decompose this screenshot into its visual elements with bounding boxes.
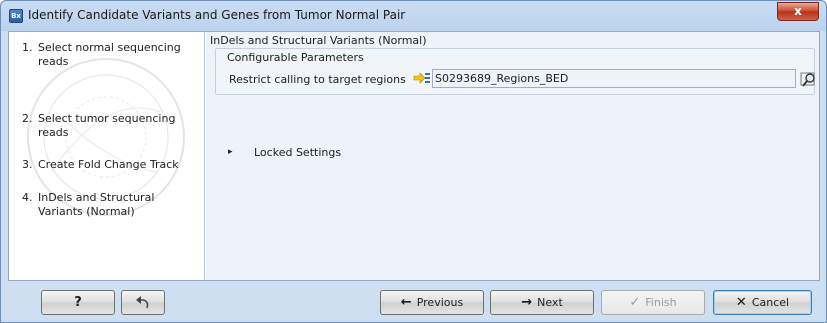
previous-label: Previous	[416, 296, 464, 309]
next-button[interactable]: → Next	[490, 290, 594, 315]
finish-label: Finish	[645, 296, 677, 309]
close-button[interactable]: x	[777, 2, 819, 21]
step-label: Select tumor sequencing reads	[38, 112, 176, 139]
param-label: Restrict calling to target regions	[229, 73, 406, 86]
wizard-steps-panel: 1. Select normal sequencing reads 2. Sel…	[9, 32, 205, 280]
cancel-button[interactable]: ✕ Cancel	[713, 290, 812, 315]
next-label: Next	[537, 296, 563, 309]
configurable-parameters-group: Configurable Parameters Restrict calling…	[215, 48, 815, 95]
panel-title: InDels and Structural Variants (Normal)	[210, 34, 427, 47]
track-input-icon	[413, 72, 430, 84]
step-label: Create Fold Change Track	[38, 158, 179, 171]
undo-icon	[136, 296, 149, 309]
browse-icon[interactable]	[800, 70, 818, 88]
help-label: ?	[74, 295, 82, 310]
step-label: InDels and Structural Variants (Normal)	[38, 191, 155, 218]
window-title: Identify Candidate Variants and Genes fr…	[28, 8, 406, 22]
expand-arrow-icon[interactable]: ▸	[228, 147, 233, 157]
dialog-window: Bx Identify Candidate Variants and Genes…	[0, 0, 827, 323]
previous-button[interactable]: ← Previous	[380, 290, 484, 315]
settings-panel: InDels and Structural Variants (Normal) …	[206, 32, 819, 280]
step-label: Select normal sequencing reads	[38, 41, 181, 68]
dialog-content: 1. Select normal sequencing reads 2. Sel…	[8, 31, 820, 281]
help-button[interactable]: ?	[41, 290, 115, 315]
step-number: 4.	[22, 191, 33, 204]
title-bar[interactable]: Bx Identify Candidate Variants and Genes…	[1, 1, 826, 31]
arrow-right-icon: →	[521, 295, 533, 310]
reset-button[interactable]	[121, 290, 165, 315]
group-label: Configurable Parameters	[227, 51, 364, 64]
step-number: 1.	[22, 41, 33, 54]
cancel-label: Cancel	[751, 296, 790, 309]
finish-button[interactable]: ✓ Finish	[601, 290, 705, 315]
app-icon: Bx	[9, 9, 23, 23]
step-number: 2.	[22, 112, 33, 125]
target-regions-input[interactable]: S0293689_Regions_BED	[432, 69, 796, 88]
checkmark-icon: ✓	[629, 295, 641, 310]
cancel-x-icon: ✕	[735, 295, 747, 310]
locked-settings-label: Locked Settings	[254, 146, 342, 159]
arrow-left-icon: ←	[400, 295, 412, 310]
step-number: 3.	[22, 158, 33, 171]
